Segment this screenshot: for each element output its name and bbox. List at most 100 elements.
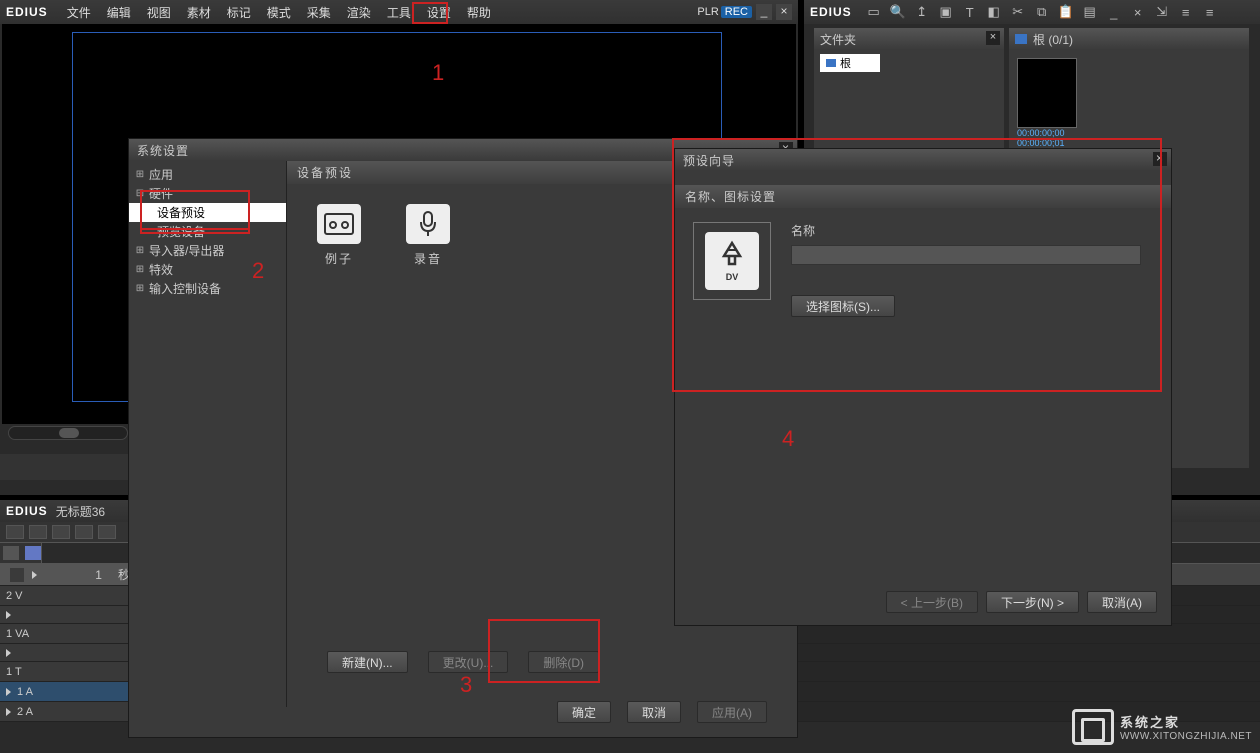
menu-settings[interactable]: 设置 bbox=[420, 2, 458, 23]
next-button[interactable]: 下一步(N) > bbox=[986, 591, 1079, 613]
text-icon[interactable]: T bbox=[962, 4, 978, 20]
display-icon[interactable]: ▤ bbox=[1082, 4, 1098, 20]
bin-root-item[interactable]: 根 bbox=[820, 54, 880, 72]
new-bin-icon[interactable]: ▣ bbox=[938, 4, 954, 20]
wizard-titlebar[interactable]: 预设向导 × bbox=[675, 149, 1171, 171]
clip-header: 根 (0/1) bbox=[1009, 28, 1249, 50]
menu-tools[interactable]: 工具 bbox=[380, 2, 418, 23]
menu-marker[interactable]: 标记 bbox=[220, 2, 258, 23]
apply-button[interactable]: 应用(A) bbox=[697, 701, 767, 723]
folder-icon bbox=[1015, 34, 1027, 44]
tri-icon bbox=[6, 611, 11, 619]
settings-tree: ⊞应用 ⊟硬件 设备预设 预览设备 ⊞导入器/导出器 ⊞特效 ⊞输入控制设备 bbox=[129, 161, 287, 707]
tree-io[interactable]: ⊞导入器/导出器 bbox=[129, 241, 286, 260]
tree-input-ctrl[interactable]: ⊞输入控制设备 bbox=[129, 279, 286, 298]
menu-capture[interactable]: 采集 bbox=[300, 2, 338, 23]
timecode-in: 00:00:00;00 bbox=[1017, 128, 1077, 138]
paste-icon[interactable]: 📋 bbox=[1058, 4, 1074, 20]
copy-icon[interactable]: ⧉ bbox=[1034, 4, 1050, 20]
min-icon[interactable]: _ bbox=[1106, 4, 1122, 20]
folder-icon bbox=[826, 59, 836, 67]
thumbnail-image bbox=[1017, 58, 1077, 128]
change-button[interactable]: 更改(U)... bbox=[428, 651, 509, 673]
menu-view[interactable]: 视图 bbox=[140, 2, 178, 23]
cassette-icon bbox=[317, 204, 361, 244]
wizard-section-title: 名称、图标设置 bbox=[675, 185, 1171, 208]
bin-item-label: 根 bbox=[840, 55, 851, 71]
tl-btn-4[interactable] bbox=[75, 525, 93, 539]
new-button[interactable]: 新建(N)... bbox=[327, 651, 408, 673]
cancel-button[interactable]: 取消(A) bbox=[1087, 591, 1157, 613]
watermark-line2: WWW.XITONGZHIJIA.NET bbox=[1120, 731, 1252, 742]
menu-help[interactable]: 帮助 bbox=[460, 2, 498, 23]
app-logo: EDIUS bbox=[6, 5, 48, 19]
tl-btn-1[interactable] bbox=[6, 525, 24, 539]
preset-wizard-dialog: 预设向导 × 名称、图标设置 DV 名称 选择图标(S)... < 上一步(B)… bbox=[674, 148, 1172, 626]
preset-label: 例子 bbox=[317, 250, 361, 267]
app-logo-tl: EDIUS bbox=[6, 504, 48, 518]
tree-app[interactable]: ⊞应用 bbox=[129, 165, 286, 184]
bin-title: 文件夹 bbox=[820, 31, 856, 48]
clip-panel-title: 根 (0/1) bbox=[1033, 31, 1073, 48]
wizard-icon-preview: DV bbox=[693, 222, 771, 300]
menu-file[interactable]: 文件 bbox=[60, 2, 98, 23]
close-icon[interactable]: × bbox=[1130, 4, 1146, 20]
tree-hardware[interactable]: ⊟硬件 bbox=[129, 184, 286, 203]
ok-button[interactable]: 确定 bbox=[557, 701, 611, 723]
up-icon[interactable]: ↥ bbox=[914, 4, 930, 20]
color-icon[interactable]: ◧ bbox=[986, 4, 1002, 20]
minimize-button[interactable]: _ bbox=[756, 4, 772, 20]
select-icon-button[interactable]: 选择图标(S)... bbox=[791, 295, 895, 317]
dv-icon: DV bbox=[705, 232, 759, 290]
more2-icon[interactable]: ≡ bbox=[1202, 4, 1218, 20]
cancel-button[interactable]: 取消 bbox=[627, 701, 681, 723]
plr-rec-indicator: PLRREC bbox=[697, 6, 752, 18]
more1-icon[interactable]: ≡ bbox=[1178, 4, 1194, 20]
watermark-icon bbox=[1072, 709, 1114, 745]
clip-thumbnail[interactable]: 00:00:00;00 00:00:00;01 bbox=[1017, 58, 1077, 148]
tree-device-preset[interactable]: 设备预设 bbox=[129, 203, 286, 222]
preview-scrollbar[interactable] bbox=[8, 426, 128, 440]
search-icon[interactable]: 🔍 bbox=[890, 4, 906, 20]
sec-value: 1 bbox=[95, 568, 102, 582]
timecode-out: 00:00:00;01 bbox=[1017, 138, 1077, 148]
menu-clip[interactable]: 素材 bbox=[180, 2, 218, 23]
folder-icon[interactable]: ▭ bbox=[866, 4, 882, 20]
dialog-title: 系统设置 bbox=[137, 142, 189, 159]
delete-button[interactable]: 删除(D) bbox=[528, 651, 599, 673]
tri-icon[interactable] bbox=[32, 571, 37, 579]
expand-icon[interactable]: ⇲ bbox=[1154, 4, 1170, 20]
tri-icon bbox=[6, 708, 11, 716]
name-input[interactable] bbox=[791, 245, 1141, 265]
tl-btn-5[interactable] bbox=[98, 525, 116, 539]
vu-box[interactable] bbox=[3, 546, 19, 560]
name-label: 名称 bbox=[791, 222, 1153, 239]
fill-box[interactable] bbox=[25, 546, 41, 560]
close-icon[interactable]: × bbox=[1153, 152, 1167, 166]
source-toolbar: EDIUS ▭ 🔍 ↥ ▣ T ◧ ✂ ⧉ 📋 ▤ _ × ⇲ ≡ ≡ bbox=[804, 0, 1260, 24]
tree-preview-device[interactable]: 预览设备 bbox=[129, 222, 286, 241]
wizard-title: 预设向导 bbox=[683, 152, 735, 169]
watermark: 系统之家 WWW.XITONGZHIJIA.NET bbox=[1072, 709, 1252, 745]
tree-fx[interactable]: ⊞特效 bbox=[129, 260, 286, 279]
menu-render[interactable]: 渲染 bbox=[340, 2, 378, 23]
tl-btn-3[interactable] bbox=[52, 525, 70, 539]
preset-label: 录音 bbox=[406, 250, 450, 267]
sel-box-icon[interactable] bbox=[10, 568, 24, 582]
preset-example[interactable]: 例子 bbox=[317, 204, 361, 267]
tri-icon bbox=[6, 649, 11, 657]
bin-header: 文件夹 × bbox=[814, 28, 1004, 50]
tl-btn-2[interactable] bbox=[29, 525, 47, 539]
watermark-line1: 系统之家 bbox=[1120, 712, 1252, 731]
menubar: EDIUS 文件 编辑 视图 素材 标记 模式 采集 渲染 工具 设置 帮助 P… bbox=[0, 0, 798, 24]
preset-record[interactable]: 录音 bbox=[406, 204, 450, 267]
app-logo-source: EDIUS bbox=[810, 5, 852, 19]
cut-icon[interactable]: ✂ bbox=[1010, 4, 1026, 20]
menu-edit[interactable]: 编辑 bbox=[100, 2, 138, 23]
bin-close-icon[interactable]: × bbox=[986, 31, 1000, 45]
timeline-title: 无标题36 bbox=[56, 503, 105, 520]
tri-icon bbox=[6, 688, 11, 696]
menu-mode[interactable]: 模式 bbox=[260, 2, 298, 23]
prev-button: < 上一步(B) bbox=[886, 591, 978, 613]
close-button[interactable]: × bbox=[776, 4, 792, 20]
